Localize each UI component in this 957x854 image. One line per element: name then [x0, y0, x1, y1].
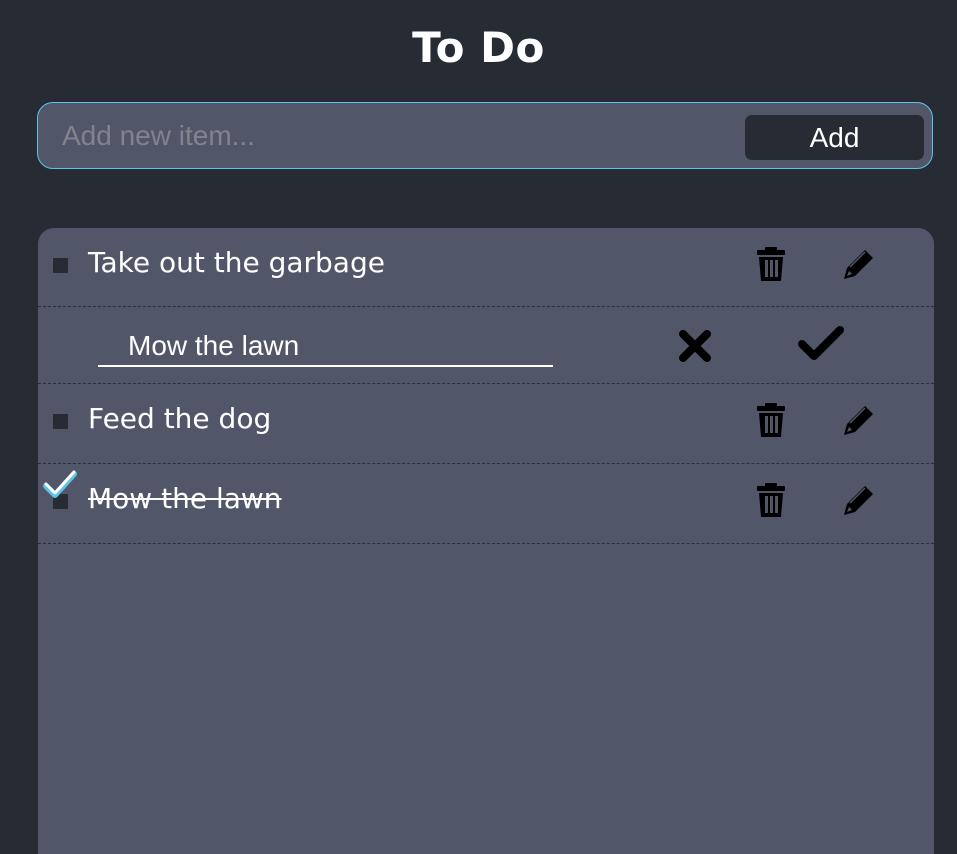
pencil-icon[interactable]: [839, 244, 879, 284]
trash-icon[interactable]: [751, 400, 791, 440]
pencil-icon[interactable]: [839, 480, 879, 520]
check-icon: [43, 470, 77, 498]
list-item-editing: [38, 307, 934, 384]
todo-app: To Do Add Take out the garbage: [0, 0, 957, 854]
trash-icon[interactable]: [751, 480, 791, 520]
item-text: Mow the lawn: [88, 482, 282, 515]
trash-icon[interactable]: [751, 244, 791, 284]
list-item-completed: Mow the lawn: [38, 464, 934, 544]
list-item: Take out the garbage: [38, 228, 934, 307]
pencil-icon[interactable]: [839, 400, 879, 440]
edit-item-input[interactable]: [98, 327, 553, 367]
checkmark-icon[interactable]: [796, 323, 846, 365]
add-button[interactable]: Add: [745, 115, 924, 160]
item-text: Take out the garbage: [88, 246, 385, 279]
item-checkbox[interactable]: [53, 258, 68, 273]
page-title: To Do: [412, 23, 545, 72]
list-item: Feed the dog: [38, 384, 934, 464]
item-checkbox[interactable]: [53, 414, 68, 429]
todo-list: Take out the garbage Mow the lawn Feed t…: [38, 228, 934, 854]
close-icon[interactable]: [674, 325, 716, 367]
new-item-input[interactable]: [62, 115, 742, 157]
item-text: Feed the dog: [88, 402, 272, 435]
add-item-form: Add: [37, 102, 933, 169]
